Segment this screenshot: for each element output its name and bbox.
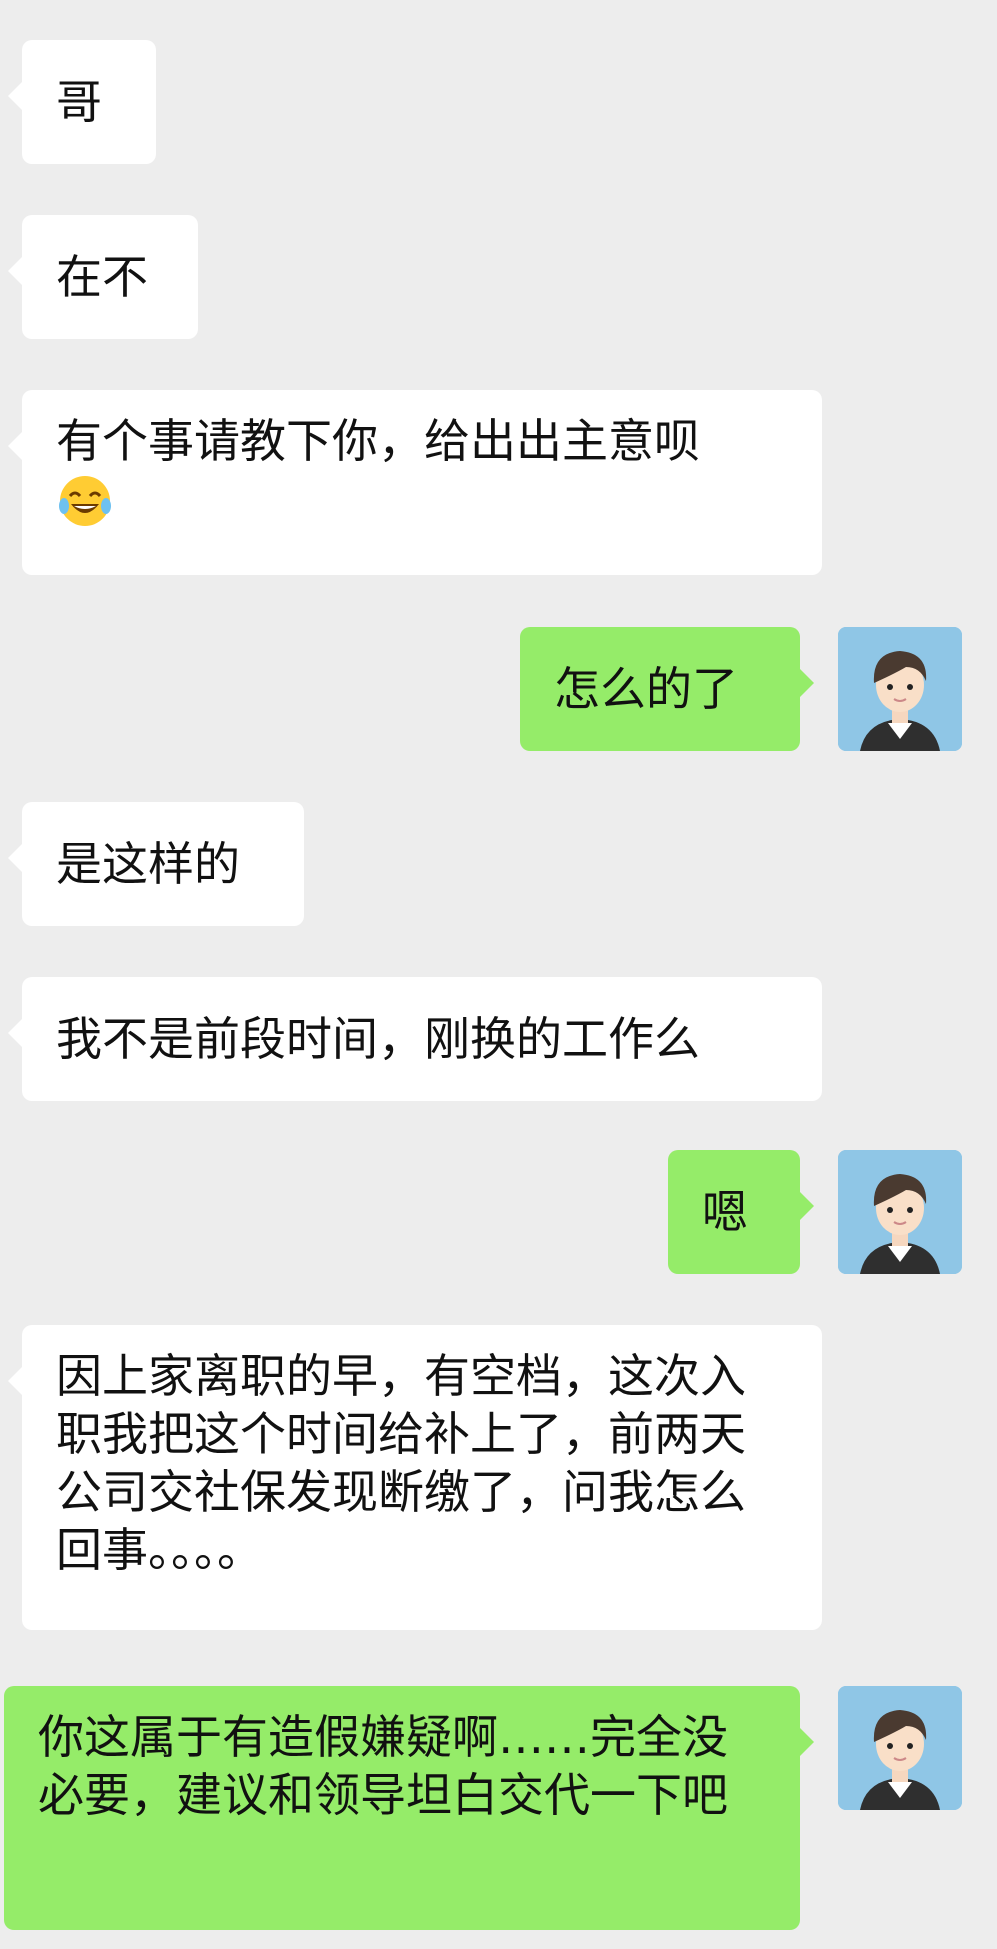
cartoon-man-avatar-icon — [838, 1686, 962, 1810]
grinning-tears-emoji-icon — [56, 472, 114, 530]
message-bubble-outgoing[interactable]: 怎么的了 — [520, 627, 814, 751]
avatar[interactable] — [838, 627, 962, 751]
message-bubble-incoming[interactable]: 我不是前段时间，刚换的工作么 — [8, 977, 822, 1101]
message-bubble-incoming[interactable]: 因上家离职的早，有空档，这次入职我把这个时间给补上了，前两天公司交社保发现断缴了… — [8, 1325, 822, 1630]
avatar[interactable] — [838, 1686, 962, 1810]
message-bubble-incoming[interactable]: 哥 — [8, 40, 156, 164]
message-bubble-outgoing[interactable]: 你这属于有造假嫌疑啊……完全没必要，建议和领导坦白交代一下吧 — [4, 1686, 814, 1930]
cartoon-man-avatar-icon — [838, 1150, 962, 1274]
message-bubble-incoming[interactable]: 在不 — [8, 215, 198, 339]
message-text: 怎么的了 — [554, 662, 738, 716]
message-bubble-outgoing[interactable]: 嗯 — [668, 1150, 814, 1274]
message-text: 哥 — [56, 75, 102, 129]
message-text: 我不是前段时间，刚换的工作么 — [56, 1012, 700, 1066]
message-text: 有个事请教下你，给出出主意呗 — [56, 414, 700, 468]
chat-thread: 哥 在不 有个事请教下你，给出出主意呗 怎么的了 是这样的 我不是前段时间，刚换… — [0, 0, 997, 1949]
message-text: 在不 — [56, 250, 148, 304]
message-text: 因上家离职的早，有空档，这次入职我把这个时间给补上了，前两天公司交社保发现断缴了… — [56, 1349, 746, 1577]
message-bubble-incoming[interactable]: 有个事请教下你，给出出主意呗 — [8, 390, 822, 575]
message-text: 你这属于有造假嫌疑啊……完全没必要，建议和领导坦白交代一下吧 — [38, 1710, 728, 1822]
cartoon-man-avatar-icon — [838, 627, 962, 751]
message-text: 是这样的 — [56, 837, 240, 891]
message-text: 嗯 — [702, 1185, 748, 1239]
avatar[interactable] — [838, 1150, 962, 1274]
message-bubble-incoming[interactable]: 是这样的 — [8, 802, 304, 926]
